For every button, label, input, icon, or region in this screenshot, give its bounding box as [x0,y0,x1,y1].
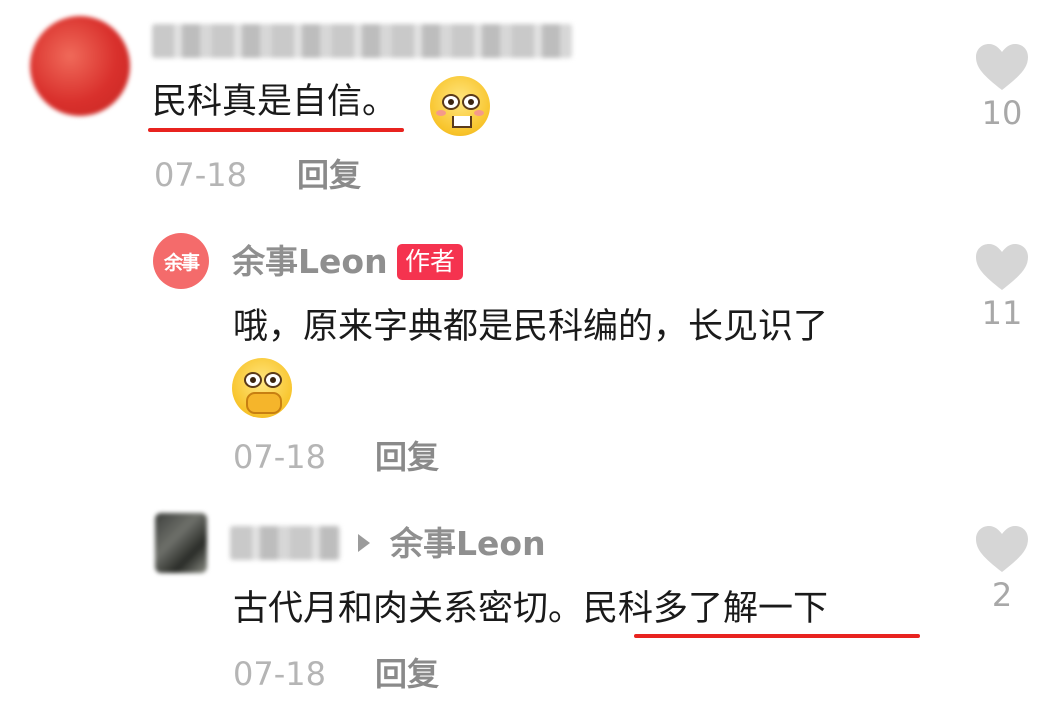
like-button[interactable] [974,42,1030,96]
blurred-username[interactable] [152,24,572,58]
comment-text: 古代月和肉关系密切。民科多了解一下 [233,589,829,629]
avatar-label: 余事 [163,251,200,274]
reply-button[interactable]: 回复 [297,155,361,195]
reply-arrow-icon [358,534,370,552]
comment-date: 07-18 [233,438,326,476]
blurred-username[interactable] [230,526,340,560]
comment-date: 07-18 [233,655,326,693]
like-button[interactable] [974,242,1030,296]
comment-date: 07-18 [154,156,247,194]
comment-text: 民科真是自信。 [152,82,398,122]
cover-mouth-emoji [232,358,292,418]
heart-icon [976,526,1028,572]
like-count: 2 [991,576,1013,614]
like-count: 11 [981,294,1023,332]
highlight-underline [148,128,404,132]
avatar[interactable] [30,16,130,116]
reply-button[interactable]: 回复 [375,437,439,477]
like-button[interactable] [974,524,1030,578]
heart-icon [976,244,1028,290]
reply-button[interactable]: 回复 [375,654,439,694]
avatar[interactable] [155,513,207,573]
like-count: 10 [981,94,1023,132]
grin-emoji [430,76,490,136]
highlight-underline [634,634,920,638]
reply-to-name[interactable]: 余事Leon [390,524,546,564]
comment-thread: 民科真是自信。 07-18 回复 10 余事 余事Leon 作者 哦，原来字典都… [0,0,1059,715]
heart-icon [976,44,1028,90]
author-badge: 作者 [397,244,464,280]
author-avatar[interactable]: 余事 [153,233,209,289]
author-name[interactable]: 余事Leon [232,242,388,282]
comment-text: 哦，原来字典都是民科编的，长见识了 [233,307,829,347]
